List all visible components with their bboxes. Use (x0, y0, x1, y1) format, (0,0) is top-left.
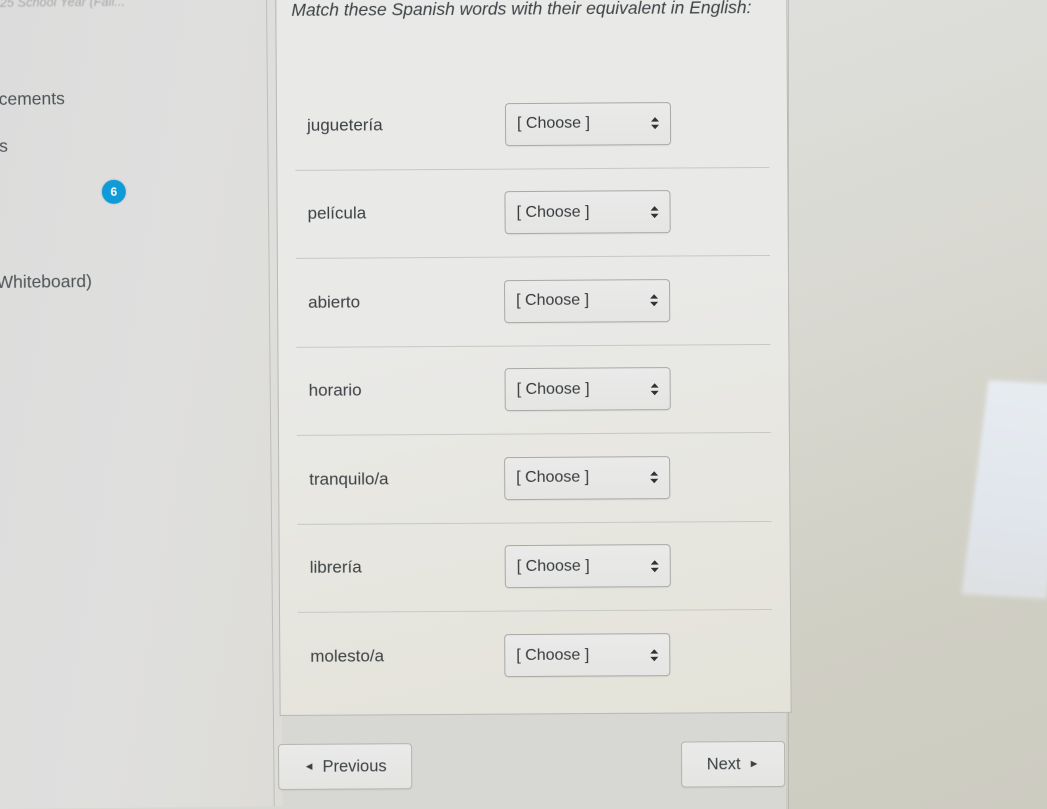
arrow-left-icon: ◄ (303, 760, 315, 773)
sidebar-item-announcements[interactable]: ncements (0, 88, 65, 110)
choose-select-libreria[interactable]: [ Choose ] (504, 544, 671, 589)
choose-select-value: [ Choose ] (516, 646, 590, 664)
question-prompt: Match these Spanish words with their equ… (291, 0, 752, 20)
chevron-updown-icon (640, 558, 670, 574)
table-row: abierto [ Choose ] (295, 255, 771, 348)
choose-select-value: [ Choose ] (516, 380, 590, 398)
table-row: horario [ Choose ] (296, 344, 771, 436)
matching-rows: juguetería [ Choose ] película [ Choose … (277, 78, 791, 702)
table-row: molesto/a [ Choose ] (298, 610, 773, 701)
next-button[interactable]: Next ► (680, 740, 786, 788)
choose-select-abierto[interactable]: [ Choose ] (503, 278, 671, 323)
table-row: juguetería [ Choose ] (294, 78, 770, 171)
chevron-updown-icon (639, 292, 669, 308)
quiz-question-card: Match these Spanish words with their equ… (275, 0, 792, 716)
previous-button-label: Previous (322, 756, 387, 776)
course-sidebar: 25 School Year (Fall... ncements es s (W… (0, 0, 283, 809)
spanish-term: molesto/a (310, 646, 385, 667)
spanish-term: librería (309, 557, 362, 578)
choose-select-pelicula[interactable]: [ Choose ] (504, 190, 671, 235)
choose-select-molesto[interactable]: [ Choose ] (504, 633, 671, 678)
choose-select-value: [ Choose ] (516, 203, 590, 221)
choose-select-value: [ Choose ] (516, 468, 590, 487)
previous-button[interactable]: ◄ Previous (277, 743, 413, 790)
sidebar-item-whiteboard[interactable]: (Whiteboard) (0, 271, 92, 293)
choose-select-jugueteria[interactable]: [ Choose ] (504, 101, 672, 146)
spanish-term: abierto (308, 292, 361, 312)
choose-select-value: [ Choose ] (516, 114, 591, 133)
spanish-term: horario (308, 380, 362, 401)
sidebar-item-modules[interactable]: es (0, 136, 8, 157)
course-title: 25 School Year (Fall... (0, 0, 126, 10)
table-row: tranquilo/a [ Choose ] (296, 432, 772, 525)
choose-select-value: [ Choose ] (516, 557, 590, 575)
choose-select-horario[interactable]: [ Choose ] (504, 367, 671, 412)
chevron-updown-icon (640, 115, 670, 131)
screen-photo: 25 School Year (Fall... ncements es s (W… (0, 0, 1047, 809)
choose-select-tranquilo[interactable]: [ Choose ] (504, 455, 671, 500)
quiz-footer-nav: ◄ Previous Next ► (276, 740, 786, 800)
chevron-updown-icon (639, 469, 669, 485)
spanish-term: película (307, 203, 367, 224)
table-row: librería [ Choose ] (297, 521, 773, 613)
unread-count-badge: 6 (101, 179, 126, 204)
spanish-term: juguetería (306, 115, 383, 135)
choose-select-value: [ Choose ] (516, 291, 590, 310)
spanish-term: tranquilo/a (309, 469, 389, 489)
chevron-updown-icon (640, 381, 670, 397)
chevron-updown-icon (640, 204, 670, 220)
arrow-right-icon: ► (748, 757, 760, 770)
chevron-updown-icon (639, 647, 669, 663)
table-row: película [ Choose ] (295, 167, 770, 259)
next-button-label: Next (706, 754, 741, 773)
